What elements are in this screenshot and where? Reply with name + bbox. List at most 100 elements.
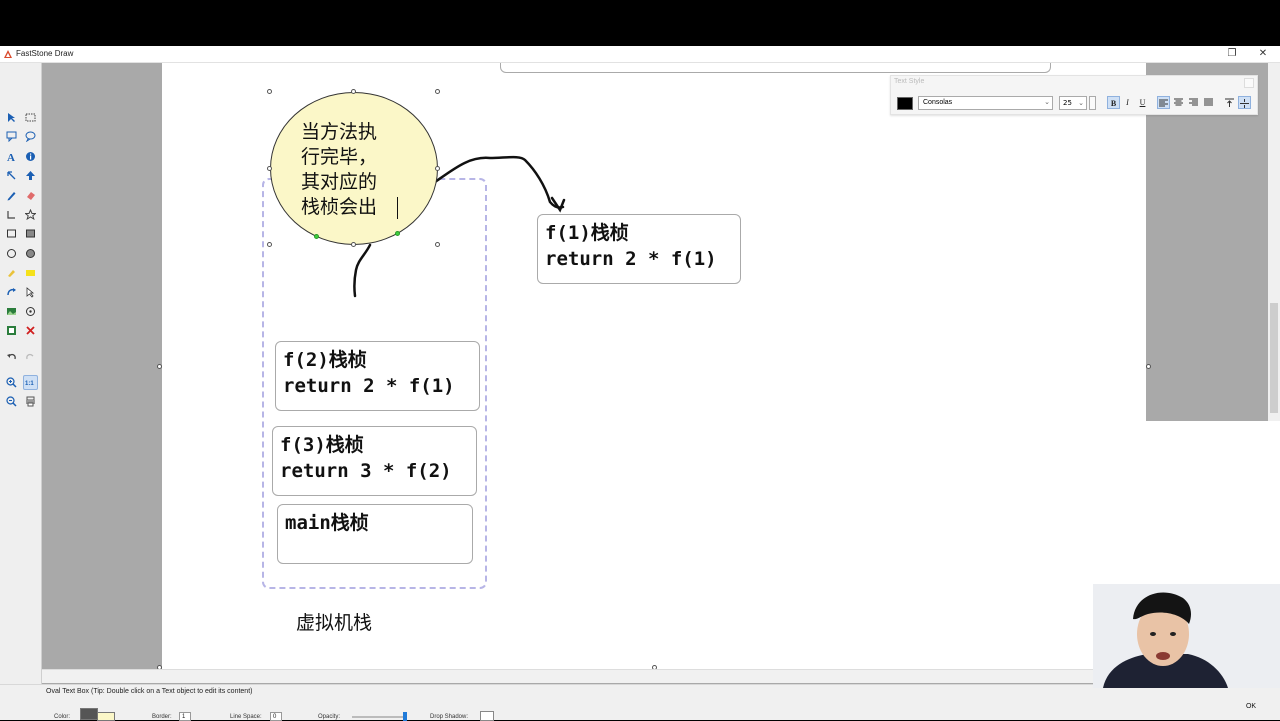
valign-middle-button[interactable]	[1238, 96, 1251, 109]
underline-button[interactable]: U	[1136, 96, 1149, 109]
undo-icon	[7, 353, 16, 360]
line-color-swatch[interactable]	[80, 708, 98, 720]
webcam-overlay	[1093, 584, 1280, 688]
filled-ellipse-icon	[26, 248, 35, 258]
pointer-icon	[26, 286, 35, 298]
oval-handle[interactable]	[267, 242, 272, 247]
highlighter-icon	[8, 270, 15, 278]
oval-handle[interactable]	[267, 89, 272, 94]
zoom-in-tool[interactable]	[4, 375, 19, 390]
frame-f3[interactable]: f(3)栈桢 return 3 * f(2)	[272, 426, 477, 496]
text-tool[interactable]: A	[4, 149, 19, 164]
oval-connector-handle[interactable]	[395, 231, 400, 236]
undo-tool[interactable]	[4, 350, 19, 365]
oval-handle[interactable]	[267, 166, 272, 171]
border-label: Border:	[152, 714, 172, 720]
info-tool[interactable]	[23, 149, 38, 164]
filled-ellipse-tool[interactable]	[23, 246, 38, 261]
oval-handle[interactable]	[435, 166, 440, 171]
thick-arrow-tool[interactable]	[23, 168, 38, 183]
svg-text:A: A	[7, 152, 15, 162]
curve-arrow-icon	[7, 287, 16, 295]
status-bar: Oval Text Box (Tip: Double click on a Te…	[0, 684, 1280, 721]
pointer-tool[interactable]	[23, 285, 38, 300]
top-text-box[interactable]	[500, 63, 1051, 73]
delete-tool[interactable]	[23, 323, 38, 338]
oval-text[interactable]: 当方法执 行完毕， 其对应的 栈桢会出	[301, 120, 411, 220]
chevron-down-icon: ⌄	[1078, 99, 1084, 107]
line-space-label: Line Space:	[230, 714, 262, 720]
arrow-icon	[7, 171, 16, 180]
rect-select-tool[interactable]	[23, 110, 38, 125]
picture-tool[interactable]	[4, 323, 19, 338]
svg-text:1:1: 1:1	[25, 381, 34, 387]
filled-rectangle-tool[interactable]	[23, 226, 38, 241]
redo-tool[interactable]	[23, 350, 38, 365]
ellipse-icon	[7, 248, 16, 258]
pen-tool[interactable]	[4, 188, 19, 203]
picture-icon	[7, 326, 16, 336]
select-arrow-icon	[8, 113, 15, 122]
status-tip: Oval Text Box (Tip: Double click on a Te…	[46, 688, 253, 695]
line-icon	[7, 211, 15, 219]
oval-handle[interactable]	[351, 89, 356, 94]
align-center-icon	[1174, 98, 1183, 106]
yellow-fill-tool[interactable]	[23, 265, 38, 280]
app-window: FastStone Draw ❐ ✕ f(1)栈桢 return 2 * f(1…	[0, 0, 1280, 721]
text-style-title: Text Style	[894, 78, 925, 85]
speech-bubble-round-icon	[25, 131, 36, 143]
highlighter-tool[interactable]	[4, 265, 19, 280]
window-title: FastStone Draw	[16, 49, 74, 58]
opacity-label: Opacity:	[318, 714, 341, 720]
close-button[interactable]: ✕	[1256, 47, 1270, 61]
justify-icon	[1204, 98, 1213, 106]
align-center-button[interactable]	[1172, 96, 1185, 109]
valign-top-button[interactable]	[1223, 96, 1236, 109]
speech-bubble-round-tool[interactable]	[23, 129, 38, 144]
zoom-out-icon	[6, 396, 17, 407]
vertical-scrollbar[interactable]	[1268, 63, 1280, 421]
font-size-select[interactable]: 25 ⌄	[1059, 96, 1087, 110]
text-style-close[interactable]	[1244, 78, 1254, 88]
oval-handle[interactable]	[351, 242, 356, 247]
canvas-handle[interactable]	[1146, 364, 1151, 369]
align-right-icon	[1189, 98, 1198, 106]
oval-handle[interactable]	[435, 242, 440, 247]
frame-f2[interactable]: f(2)栈桢 return 2 * f(1)	[275, 341, 480, 411]
rectangle-tool[interactable]	[4, 226, 19, 241]
font-size-spinner[interactable]	[1089, 96, 1096, 110]
text-icon: A	[7, 152, 15, 162]
restore-button[interactable]: ❐	[1225, 47, 1239, 61]
actual-size-tool[interactable]: 1:1	[23, 375, 38, 390]
text-color-swatch[interactable]	[897, 97, 913, 110]
eraser-tool[interactable]	[23, 188, 38, 203]
target-tool[interactable]	[23, 304, 38, 319]
align-right-button[interactable]	[1187, 96, 1200, 109]
oval-connector-handle[interactable]	[314, 234, 319, 239]
print-tool[interactable]	[23, 394, 38, 409]
scroll-thumb[interactable]	[1270, 303, 1278, 413]
bold-button[interactable]: B	[1107, 96, 1120, 109]
select-arrow-tool[interactable]	[4, 110, 19, 125]
opacity-slider[interactable]	[352, 712, 407, 721]
oval-handle[interactable]	[435, 89, 440, 94]
speech-bubble-icon	[6, 131, 17, 143]
ok-button[interactable]: OK	[1236, 700, 1266, 714]
valign-middle-icon	[1240, 99, 1249, 108]
font-size-value: 25	[1063, 99, 1072, 107]
ellipse-tool[interactable]	[4, 246, 19, 261]
curve-arrow-tool[interactable]	[4, 285, 19, 300]
arrow-tool[interactable]	[4, 168, 19, 183]
star-tool[interactable]	[23, 207, 38, 222]
italic-button[interactable]: I	[1121, 96, 1134, 109]
canvas-handle[interactable]	[157, 364, 162, 369]
thick-arrow-icon	[26, 171, 35, 181]
zoom-out-tool[interactable]	[4, 394, 19, 409]
justify-button[interactable]	[1202, 96, 1215, 109]
font-select[interactable]: Consolas ⌄	[918, 96, 1053, 110]
speech-bubble-tool[interactable]	[4, 129, 19, 144]
align-left-button[interactable]	[1157, 96, 1170, 109]
image-tool[interactable]	[4, 304, 19, 319]
frame-main[interactable]: main栈桢	[277, 504, 473, 564]
line-tool[interactable]	[4, 207, 19, 222]
